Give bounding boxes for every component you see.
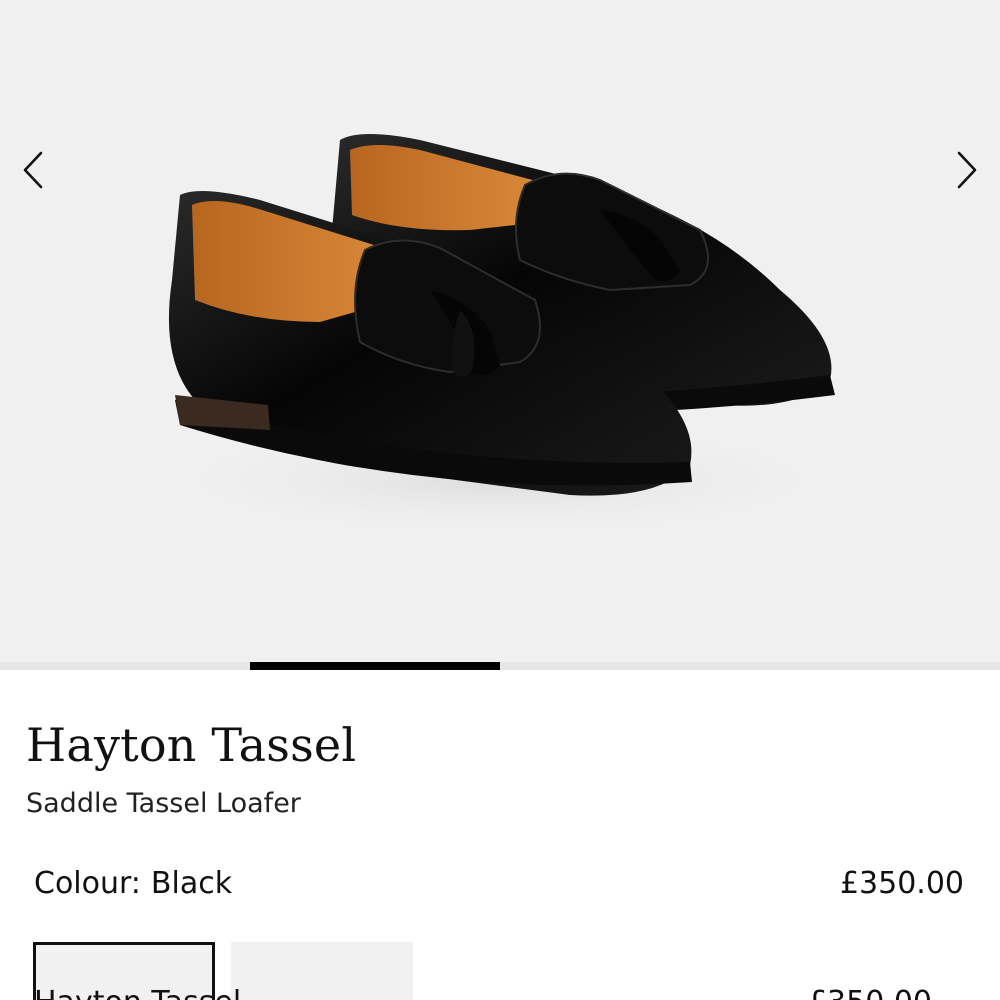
colour-value: Black <box>150 866 233 901</box>
product-price: £350.00 <box>839 866 964 901</box>
chevron-right-icon <box>957 151 977 189</box>
product-image <box>140 134 860 540</box>
colour-price-row: Colour: Black £350.00 <box>34 866 964 901</box>
chevron-left-icon <box>23 151 43 189</box>
product-title: Hayton Tassel <box>26 718 357 772</box>
related-product-price: £350.00 <box>808 985 932 1000</box>
related-product-row[interactable]: Hayton Tassel £350.00 <box>34 985 932 1000</box>
gallery-prev-button[interactable] <box>8 145 58 195</box>
colour-label: Colour: <box>34 866 141 901</box>
gallery-progress-bar <box>0 662 1000 670</box>
gallery-next-button[interactable] <box>942 145 992 195</box>
related-product-name: Hayton Tassel <box>34 985 241 1000</box>
colour-selection: Colour: Black <box>34 866 232 901</box>
gallery-progress-fill <box>250 662 500 670</box>
product-image-gallery[interactable] <box>0 0 1000 662</box>
product-subtitle: Saddle Tassel Loafer <box>26 788 301 819</box>
